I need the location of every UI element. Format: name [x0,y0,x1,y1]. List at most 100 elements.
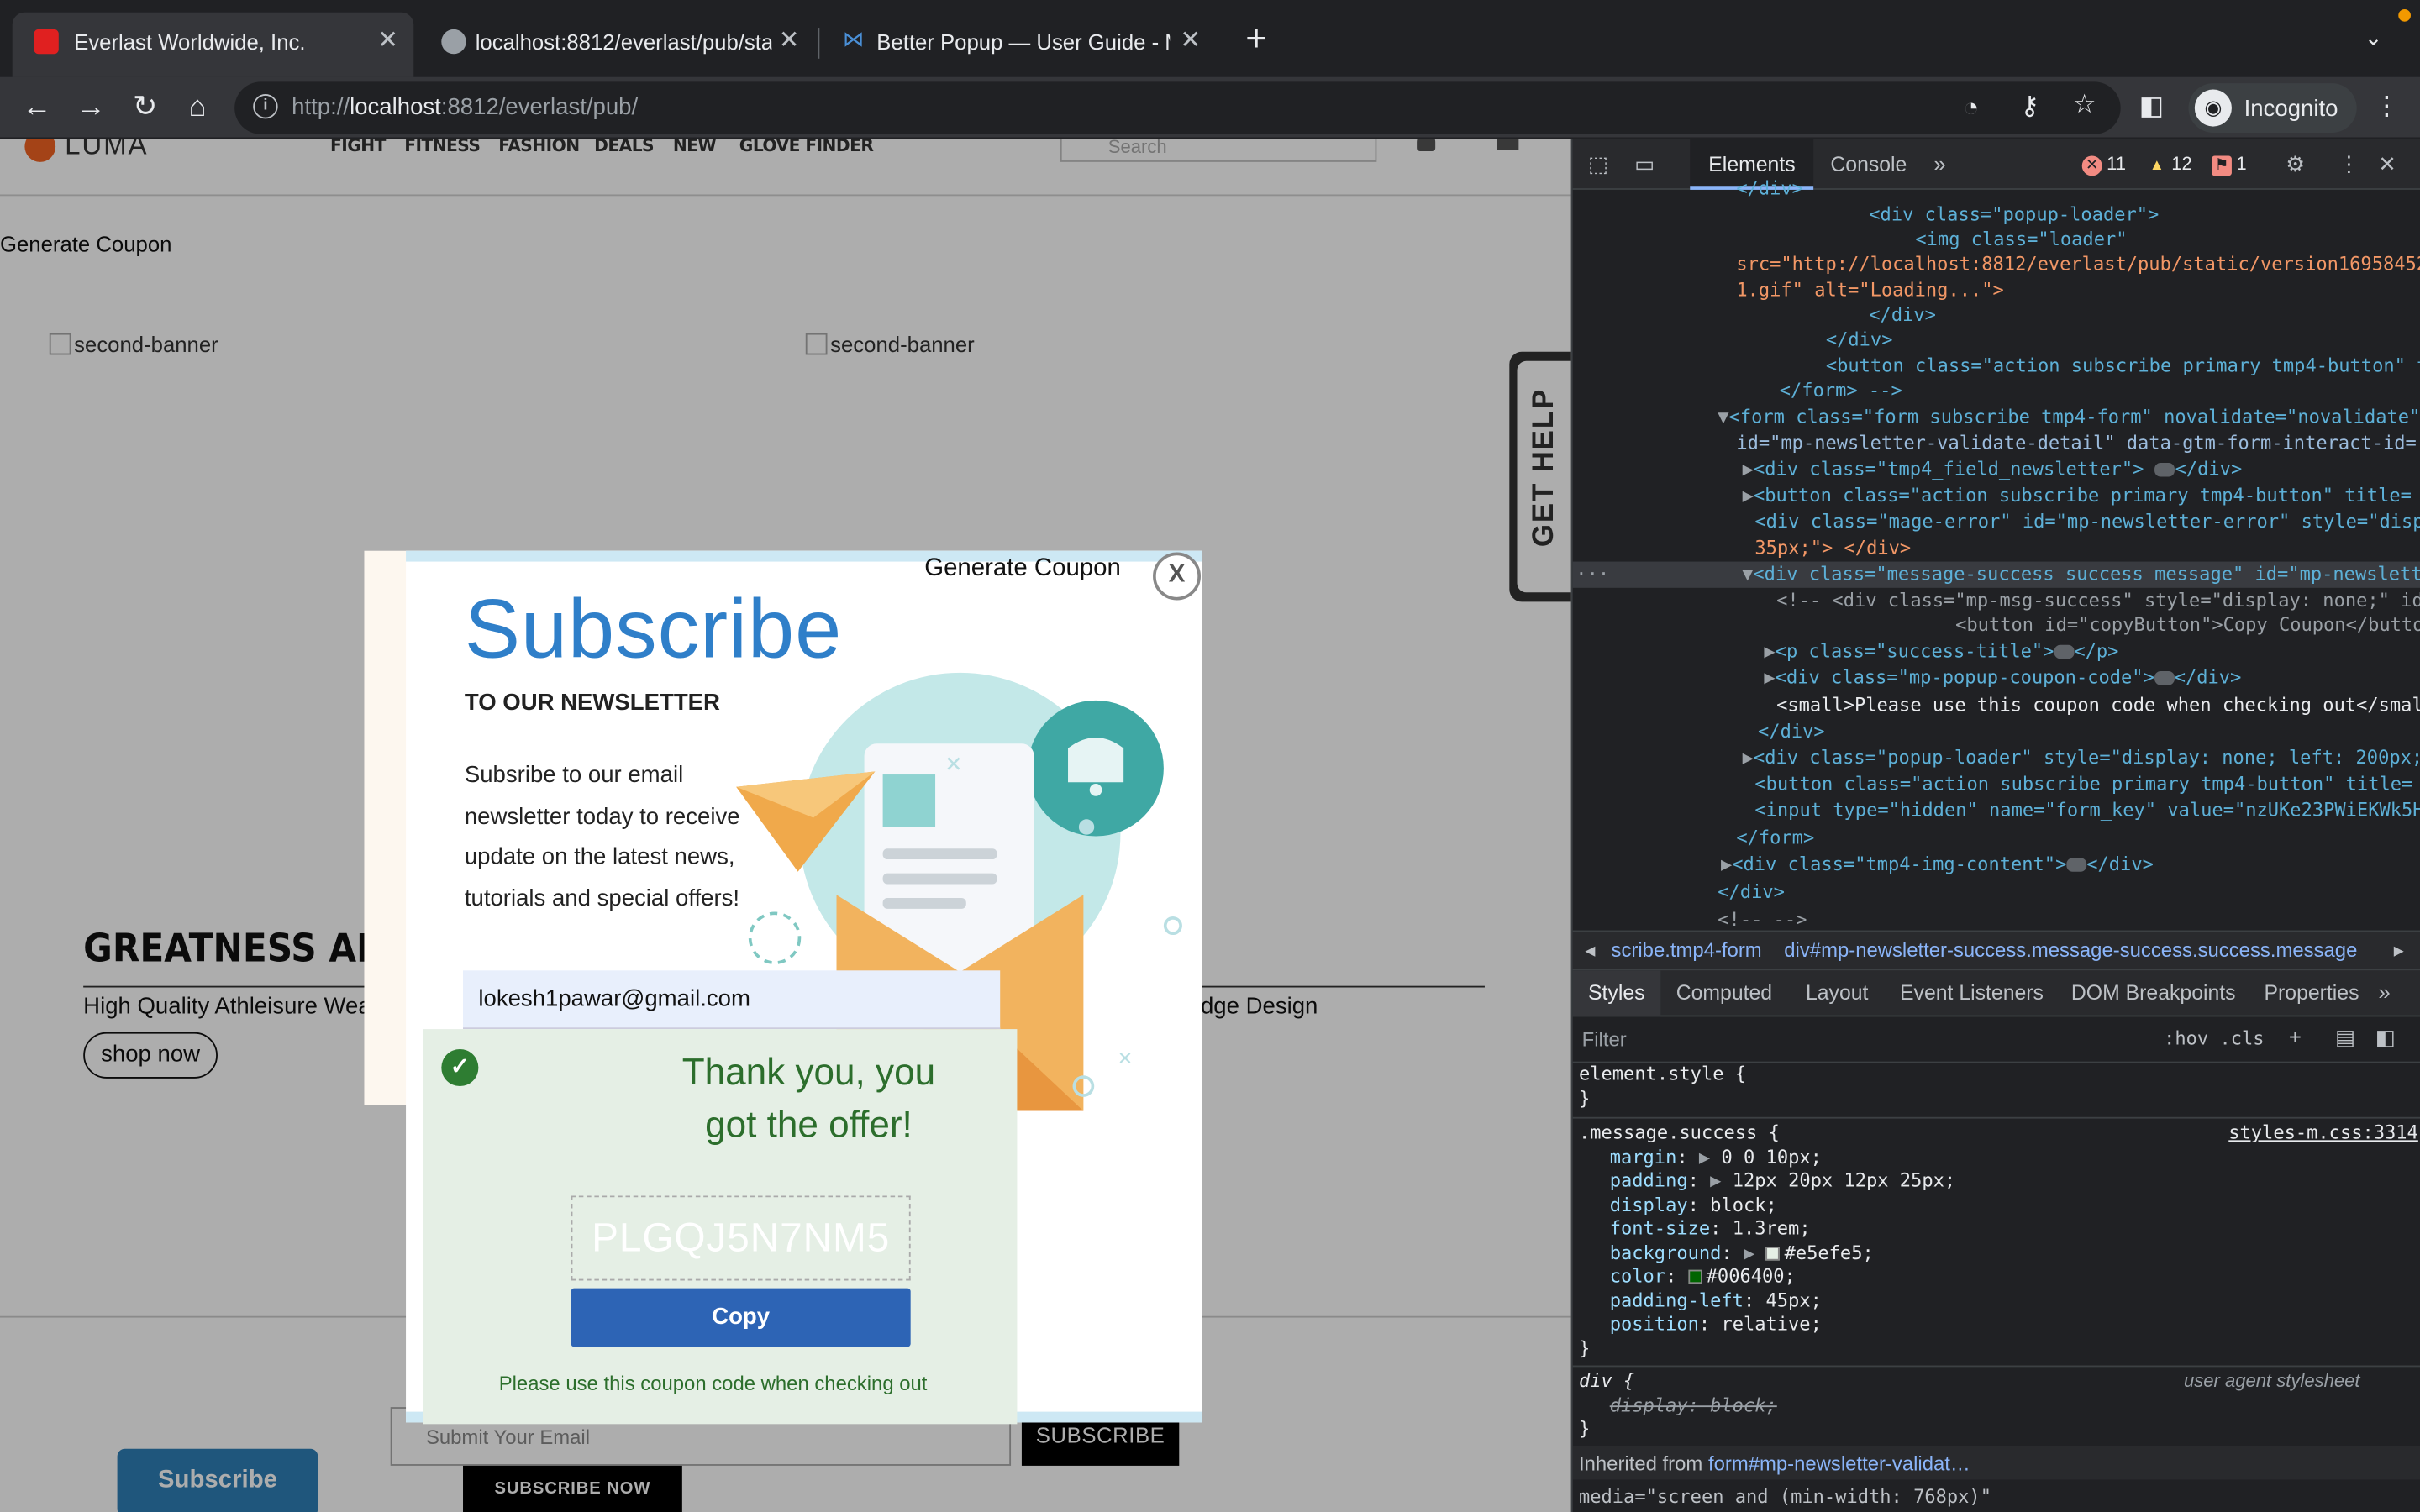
svg-text:✕: ✕ [1118,1048,1133,1069]
dom-line[interactable]: </form> --> [1780,378,1902,404]
third-party-cookies-icon[interactable]: ◔ [1963,92,1979,123]
media-query: media="screen and (min-width: 768px)" [1578,1485,1991,1508]
new-tab-button[interactable]: + [1234,18,1277,61]
ua-selector[interactable]: div { [1579,1370,1634,1394]
breadcrumb-selected-div[interactable]: div#mp-newsletter-success.message-succes… [1784,932,2357,969]
css-prop-background[interactable]: background: ▶ #e5efe5; [1610,1242,1874,1266]
popup-generate-coupon-link[interactable]: Generate Coupon [924,555,1121,583]
home-button[interactable]: ⌂ [176,87,218,129]
issues-badge[interactable]: ⚑ 1 [2212,150,2247,177]
incognito-profile-button[interactable]: ◉ Incognito [2188,83,2357,133]
dom-line[interactable]: src="http://localhost:8812/everlast/pub/… [1736,251,2420,277]
inherited-from-link[interactable]: form#mp-newsletter-validat… [1708,1452,1970,1475]
inspect-element-icon[interactable]: ⬚ [1588,151,1608,177]
errors-badge[interactable]: ✕ 11 [2081,150,2126,177]
rule-source-link[interactable]: styles-m.css:3314 [2228,1121,2418,1145]
tab-dom-breakpoints[interactable]: DOM Breakpoints [2071,970,2236,1016]
reload-button[interactable]: ↻ [124,87,166,129]
close-tab-icon[interactable]: ✕ [1180,24,1201,55]
dom-line[interactable]: <small>Please use this coupon code when … [1776,693,2420,719]
menu-kebab-icon[interactable]: ⋮ [2374,91,2400,122]
tab-search-chevron-icon[interactable]: ⌄ [2365,24,2383,50]
rule-selector[interactable]: .message.success { [1579,1121,1780,1145]
dom-line[interactable]: </div> [1826,327,1893,353]
newsletter-email-field[interactable]: lokesh1pawar@gmail.com [463,970,1001,1030]
bookmark-star-icon[interactable]: ☆ [2073,90,2096,121]
collapse-triangle-icon: ▶ [1764,640,1776,662]
tab-computed[interactable]: Computed [1676,970,1772,1016]
dom-line[interactable]: ▶<button class="action subscribe primary… [1743,483,2412,509]
css-prop-display-overridden[interactable]: display: block; [1610,1394,1777,1418]
css-prop-position[interactable]: position: relative; [1610,1313,1822,1336]
address-bar[interactable]: i http://localhost:8812/everlast/pub/ ◔ … [234,81,2121,134]
css-prop-color[interactable]: color: #006400; [1610,1265,1796,1289]
forward-button[interactable]: → [70,87,113,129]
css-prop-padding-left[interactable]: padding-left: 45px; [1610,1290,1822,1314]
dom-line[interactable]: <input type="hidden" name="form_key" val… [1754,798,2420,824]
dom-line-form[interactable]: ▼<form class="form subscribe tmp4-form" … [1718,404,2420,430]
dom-line[interactable]: </div> [1736,176,1803,202]
toggle-sidebar-icon[interactable]: ◧ [2375,1025,2396,1051]
dom-line[interactable]: </div> [1869,302,1936,328]
dom-comment[interactable]: <button id="copyButton">Copy Coupon</but… [1955,612,2420,638]
close-tab-icon[interactable]: ✕ [377,24,398,55]
css-prop-display[interactable]: display: block; [1610,1194,1777,1218]
side-panel-icon[interactable]: ◧ [2139,91,2165,122]
new-style-rule-icon[interactable]: + [2289,1025,2302,1049]
more-subtabs-icon[interactable]: » [2378,979,2390,1004]
dom-comment[interactable]: <!-- --> [1718,907,1807,933]
dom-line-selected[interactable]: ··· ▼<div class="message-success success … [1572,561,2420,588]
more-tabs-icon[interactable]: » [1933,151,1945,176]
hov-cls-toggles[interactable]: :hov .cls [2164,1027,2264,1049]
dom-line[interactable]: </div> [1718,879,1785,906]
tab-properties[interactable]: Properties [2264,970,2359,1016]
dom-line[interactable]: <button class="action subscribe primary … [1826,354,2420,380]
dom-line[interactable]: 1.gif" alt="Loading..."> [1736,278,2003,304]
dom-line[interactable]: ▶<p class="success-title"> </p> [1764,638,2118,664]
tab-layout[interactable]: Layout [1806,970,1868,1016]
devtools-menu-icon[interactable]: ⋮ [2338,151,2360,177]
dom-tree[interactable]: </div> <div class="popup-loader"> <img c… [1572,177,2420,933]
dom-line[interactable]: <img class="loader" [1915,227,2127,253]
css-prop-margin[interactable]: margin: ▶ 0 0 10px; [1610,1147,1822,1170]
css-prop-font-size[interactable]: font-size: 1.3rem; [1610,1217,1811,1241]
paint-icon[interactable]: ▤ [2335,1025,2355,1051]
dom-line[interactable]: ▶<div class="tmp4-img-content"> </div> [1721,852,2154,878]
warnings-badge[interactable]: ▲ 12 [2147,150,2192,177]
site-info-icon[interactable]: i [253,94,278,119]
tab-styles[interactable]: Styles [1572,970,1660,1017]
dom-line[interactable]: </div> [1758,719,1825,745]
popup-close-button[interactable]: X [1153,552,1201,601]
key-icon[interactable]: ⚷ [2020,91,2039,122]
dom-line[interactable]: ▶<div class="popup-loader" style="displa… [1743,745,2420,771]
dom-line[interactable]: id="mp-newsletter-validate-detail" data-… [1736,430,2416,456]
breadcrumb-right-arrow-icon[interactable]: ▸ [2394,932,2404,969]
close-devtools-icon[interactable]: ✕ [2378,151,2396,177]
tab-everlast[interactable]: Everlast Worldwide, Inc. ✕ [12,12,414,77]
dom-line[interactable]: 35px;"> </div> [1754,535,1911,561]
element-style-selector[interactable]: element.style { [1579,1063,1746,1087]
styles-filter-input[interactable]: Filter [1582,1027,1627,1051]
tab-event-listeners[interactable]: Event Listeners [1900,970,2044,1016]
device-toolbar-icon[interactable]: ▭ [1634,151,1655,177]
tab-better-popup[interactable]: ⋈ Better Popup — User Guide - M ✕ [821,13,1216,77]
close-tab-icon[interactable]: ✕ [779,24,800,55]
dom-comment[interactable]: <!-- <div class="mp-msg-success" style="… [1776,588,2420,614]
breadcrumb-left-arrow-icon[interactable]: ◂ [1585,932,1595,969]
breadcrumb-form[interactable]: scribe.tmp4-form [1612,932,1762,969]
dom-line[interactable]: ▶<div class="mp-popup-coupon-code"> </div… [1764,665,2241,691]
back-button[interactable]: ← [15,87,58,129]
dom-line[interactable]: <button class="action subscribe primary … [1754,771,2412,797]
dom-line[interactable]: </form> [1736,826,1814,852]
settings-gear-icon[interactable]: ⚙ [2286,151,2305,177]
popup-title: Subscribe [464,583,843,676]
dom-line[interactable]: ▶<div class="tmp4_field_newsletter"> </d… [1743,457,2243,483]
coupon-code[interactable]: PLGQJ5N7NM5 [571,1195,911,1281]
tab-localhost[interactable]: localhost:8812/everlast/pub/sta ✕ [420,13,815,77]
status-dot [2398,9,2411,22]
dom-line[interactable]: <div class="popup-loader"> [1869,202,2159,228]
tab-console[interactable]: Console [1830,139,1907,190]
dom-line[interactable]: <div class="mage-error" id="mp-newslette… [1754,509,2420,535]
css-prop-padding[interactable]: padding: ▶ 12px 20px 12px 25px; [1610,1169,1955,1193]
copy-coupon-button[interactable]: Copy [571,1288,911,1347]
